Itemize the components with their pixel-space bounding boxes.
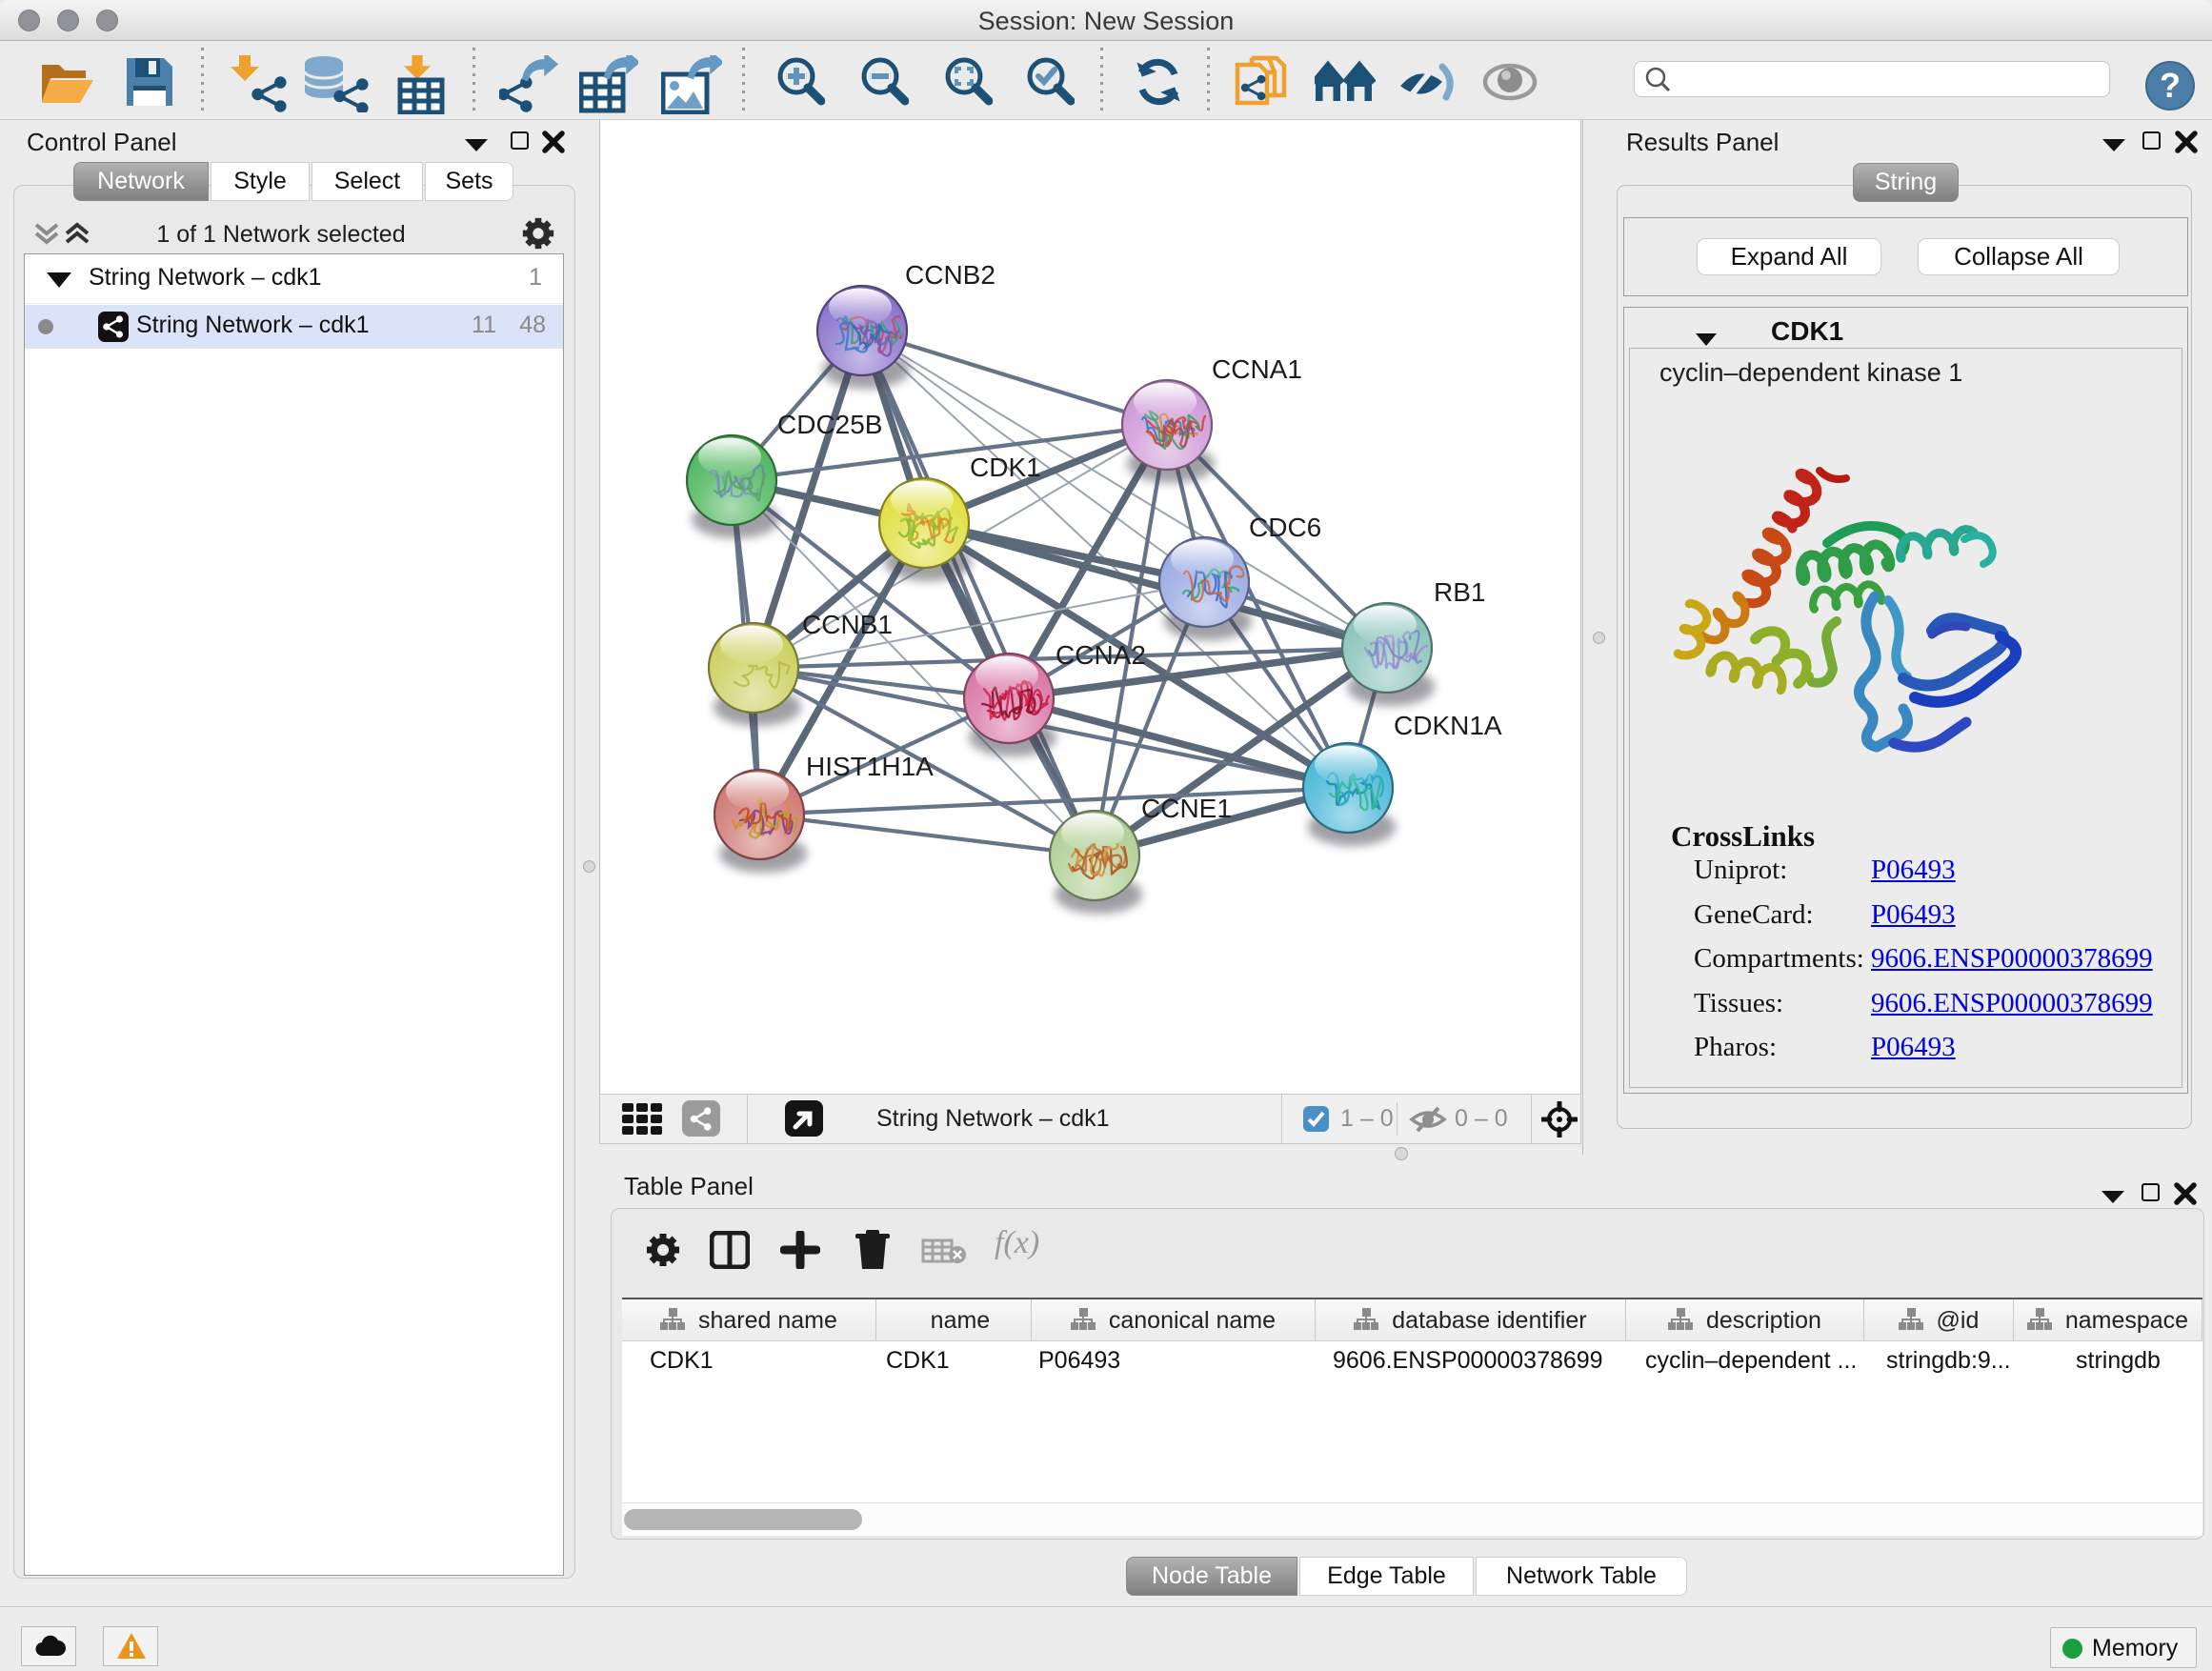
svg-text:CDC25B: CDC25B — [777, 410, 882, 439]
svg-text:CCNA1: CCNA1 — [1212, 354, 1302, 384]
svg-text:CCNB2: CCNB2 — [905, 260, 995, 290]
svg-text:CDKN1A: CDKN1A — [1394, 711, 1502, 740]
svg-text:CDC6: CDC6 — [1249, 513, 1321, 542]
svg-text:RB1: RB1 — [1434, 577, 1485, 607]
svg-text:?: ? — [2160, 66, 2181, 105]
svg-text:CCNA2: CCNA2 — [1056, 640, 1146, 670]
svg-text:HIST1H1A: HIST1H1A — [806, 752, 934, 781]
svg-text:CCNB1: CCNB1 — [802, 610, 893, 639]
svg-text:CDK1: CDK1 — [970, 453, 1041, 482]
svg-text:CCNE1: CCNE1 — [1141, 794, 1232, 823]
